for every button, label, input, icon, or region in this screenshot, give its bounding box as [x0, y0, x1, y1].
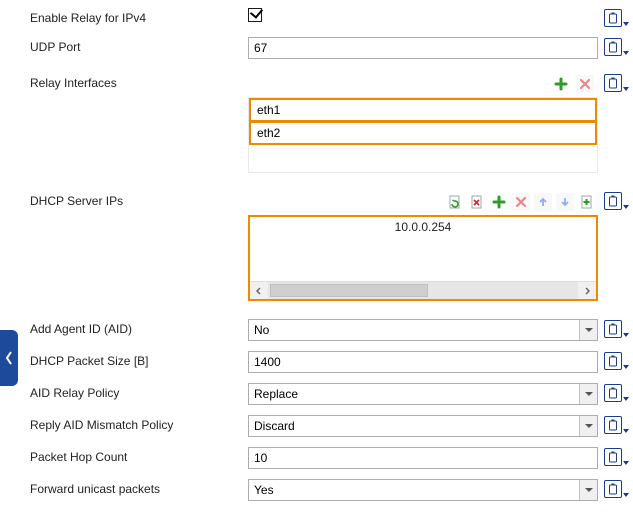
udp-port-input[interactable]: [248, 37, 598, 59]
row-aid-policy: AID Relay Policy: [0, 383, 633, 405]
chevron-down-icon[interactable]: [579, 416, 597, 436]
clipboard-icon[interactable]: [604, 38, 622, 56]
label-forward-unicast: Forward unicast packets: [30, 479, 248, 496]
mismatch-policy-select[interactable]: [248, 415, 598, 437]
chevron-down-icon[interactable]: [623, 87, 629, 91]
chevron-down-icon[interactable]: [623, 205, 629, 209]
packet-size-input[interactable]: [248, 351, 598, 373]
dhcp-ips-table[interactable]: 10.0.0.254: [248, 215, 598, 301]
add-page-icon[interactable]: [578, 193, 596, 211]
chevron-down-icon[interactable]: [579, 480, 597, 500]
row-dhcp-server-ips: DHCP Server IPs: [0, 191, 633, 301]
refresh-page-icon[interactable]: [446, 193, 464, 211]
row-forward-unicast: Forward unicast packets: [0, 479, 633, 501]
chevron-down-icon[interactable]: [579, 384, 597, 404]
clipboard-icon[interactable]: [604, 416, 622, 434]
chevron-left-icon: [4, 350, 14, 366]
chevron-left-icon: [255, 287, 263, 295]
row-enable-relay: Enable Relay for IPv4: [0, 8, 633, 27]
delete-page-icon[interactable]: [468, 193, 486, 211]
chevron-down-icon[interactable]: [623, 333, 629, 337]
label-enable-relay: Enable Relay for IPv4: [30, 8, 248, 25]
clipboard-icon[interactable]: [604, 448, 622, 466]
row-hop-count: Packet Hop Count: [0, 447, 633, 469]
chevron-down-icon[interactable]: [623, 493, 629, 497]
clipboard-icon[interactable]: [604, 480, 622, 498]
chevron-down-icon[interactable]: [623, 461, 629, 465]
chevron-down-icon[interactable]: [623, 365, 629, 369]
arrow-down-icon[interactable]: [556, 193, 574, 211]
chevron-down-icon[interactable]: [623, 22, 629, 26]
hop-count-input[interactable]: [248, 447, 598, 469]
chevron-down-icon[interactable]: [623, 429, 629, 433]
label-relay-interfaces: Relay Interfaces: [30, 73, 248, 90]
add-icon[interactable]: [552, 75, 570, 93]
clipboard-icon[interactable]: [604, 74, 622, 92]
add-aid-select[interactable]: [248, 319, 598, 341]
label-add-aid: Add Agent ID (AID): [30, 319, 248, 336]
chevron-down-icon[interactable]: [623, 51, 629, 55]
chevron-right-icon: [583, 287, 591, 295]
row-add-aid: Add Agent ID (AID): [0, 319, 633, 341]
enable-relay-checkbox[interactable]: [248, 8, 262, 22]
delete-icon[interactable]: [576, 75, 594, 93]
label-aid-policy: AID Relay Policy: [30, 383, 248, 400]
clipboard-icon[interactable]: [604, 352, 622, 370]
clipboard-icon[interactable]: [604, 384, 622, 402]
dhcp-ips-toolbar: [248, 191, 598, 215]
clipboard-icon[interactable]: [604, 320, 622, 338]
label-dhcp-server-ips: DHCP Server IPs: [30, 191, 248, 208]
label-udp-port: UDP Port: [30, 37, 248, 54]
row-udp-port: UDP Port: [0, 37, 633, 59]
list-item[interactable]: eth2: [249, 121, 597, 145]
row-packet-size: DHCP Packet Size [B]: [0, 351, 633, 373]
relay-interfaces-list[interactable]: eth1 eth2: [248, 97, 598, 173]
clipboard-icon[interactable]: [604, 9, 622, 27]
horizontal-scrollbar[interactable]: [250, 281, 596, 299]
dhcp-relay-form: Enable Relay for IPv4 UDP Port: [0, 0, 633, 515]
scroll-right-button[interactable]: [578, 282, 596, 299]
label-mismatch-policy: Reply AID Mismatch Policy: [30, 415, 248, 432]
label-packet-size: DHCP Packet Size [B]: [30, 351, 248, 368]
collapsed-panel-tab[interactable]: [0, 330, 18, 386]
clipboard-icon[interactable]: [604, 192, 622, 210]
relay-if-toolbar: [248, 73, 598, 97]
aid-policy-select[interactable]: [248, 383, 598, 405]
label-hop-count: Packet Hop Count: [30, 447, 248, 464]
arrow-up-icon[interactable]: [534, 193, 552, 211]
chevron-down-icon[interactable]: [623, 397, 629, 401]
delete-icon[interactable]: [512, 193, 530, 211]
row-relay-interfaces: Relay Interfaces eth1 eth2: [0, 73, 633, 173]
scroll-left-button[interactable]: [250, 282, 268, 299]
chevron-down-icon[interactable]: [579, 320, 597, 340]
forward-unicast-select[interactable]: [248, 479, 598, 501]
add-icon[interactable]: [490, 193, 508, 211]
row-mismatch-policy: Reply AID Mismatch Policy: [0, 415, 633, 437]
list-item[interactable]: eth1: [249, 98, 597, 122]
scrollbar-track[interactable]: [268, 282, 578, 299]
table-row[interactable]: 10.0.0.254: [395, 220, 452, 281]
